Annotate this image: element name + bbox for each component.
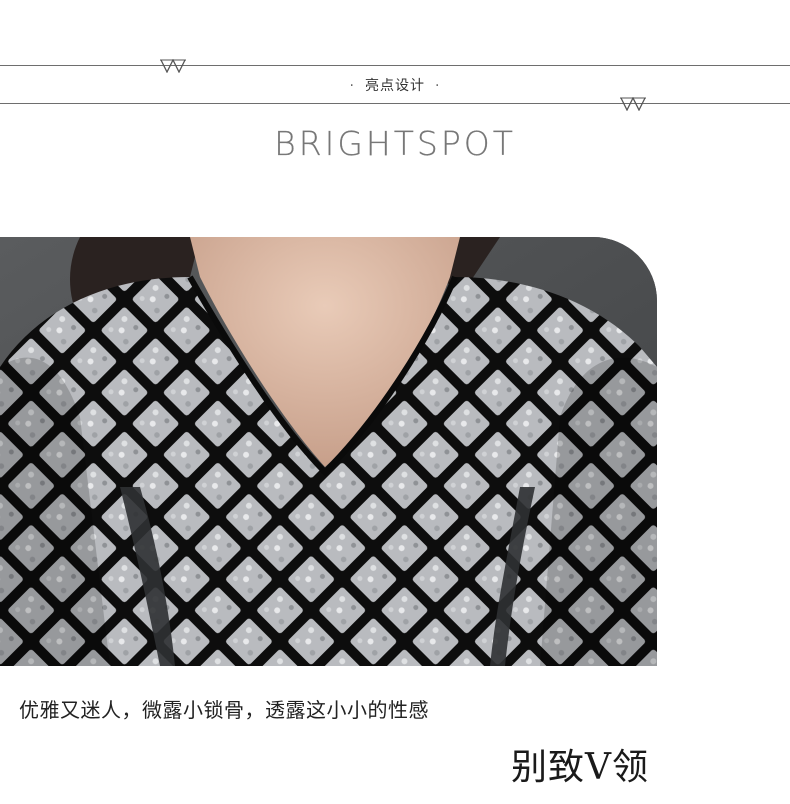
brightspot-heading: BRIGHTSPOT xyxy=(274,124,516,163)
w-ornament-icon xyxy=(160,59,186,73)
title-dot-right: · xyxy=(435,78,441,94)
title-dot-left: · xyxy=(349,78,355,94)
feature-description: 优雅又迷人，微露小锁骨，透露这小小的性感 xyxy=(19,698,429,722)
w-ornament-icon xyxy=(620,97,646,111)
bottom-divider-line xyxy=(0,103,790,104)
product-photo xyxy=(0,237,657,666)
sequin-dress-illustration xyxy=(0,237,657,666)
top-divider-line xyxy=(0,65,790,66)
section-title-text: 亮点设计 xyxy=(365,78,425,94)
section-title: · 亮点设计 · xyxy=(0,75,790,95)
feature-label: 别致V领 xyxy=(511,747,649,788)
